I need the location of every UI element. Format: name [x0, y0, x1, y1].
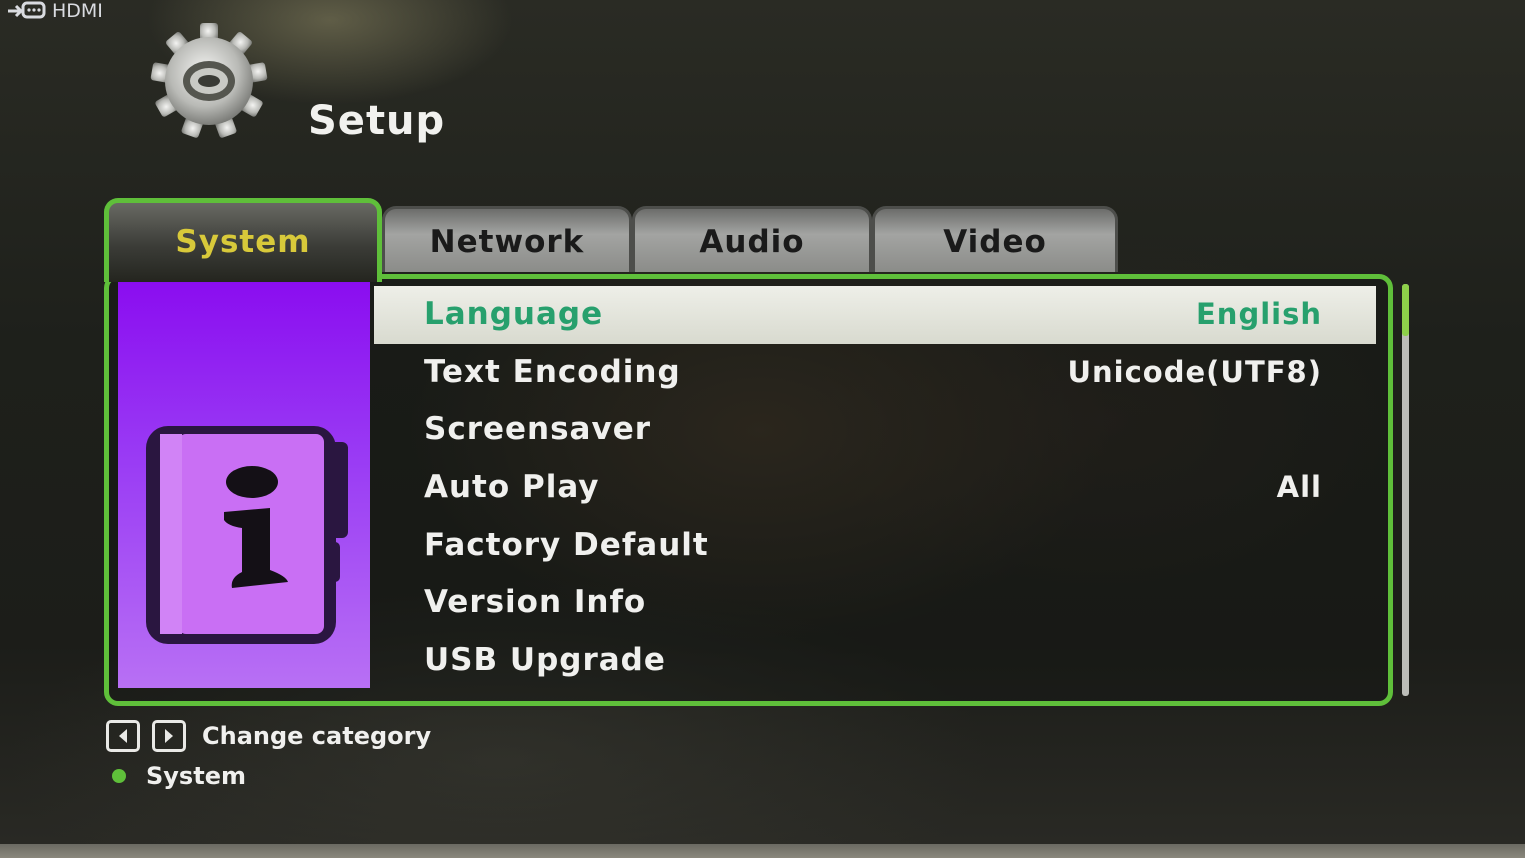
breadcrumb-text: System [146, 762, 246, 790]
info-book-icon [146, 426, 348, 644]
menu-item-factory-default[interactable]: Factory Default [374, 517, 1376, 575]
menu-item-version-info[interactable]: Version Info [374, 574, 1376, 632]
settings-menu: Language English Text Encoding Unicode(U… [374, 286, 1376, 690]
menu-item-value: English [1195, 297, 1322, 331]
breadcrumb: System [112, 762, 246, 790]
menu-item-auto-play[interactable]: Auto Play All [374, 459, 1376, 517]
tab-audio[interactable]: Audio [632, 206, 872, 272]
menu-item-language[interactable]: Language English [374, 286, 1376, 344]
navigation-hint: Change category [106, 720, 431, 752]
menu-item-label: Screensaver [424, 411, 652, 448]
hint-text: Change category [202, 722, 432, 750]
scrollbar-thumb[interactable] [1402, 284, 1409, 336]
menu-item-label: Auto Play [424, 469, 600, 506]
menu-item-text-encoding[interactable]: Text Encoding Unicode(UTF8) [374, 344, 1376, 402]
tab-video[interactable]: Video [872, 206, 1118, 272]
source-label: HDMI [52, 0, 103, 22]
menu-item-label: Factory Default [424, 526, 709, 563]
status-dot-icon [112, 769, 126, 783]
left-arrow-key-icon [106, 720, 140, 752]
menu-item-label: Text Encoding [424, 353, 681, 390]
menu-item-usb-upgrade[interactable]: USB Upgrade [374, 632, 1376, 690]
tab-system[interactable]: System [104, 198, 382, 282]
hdmi-source-indicator: HDMI [6, 0, 103, 22]
gear-icon [150, 23, 268, 138]
screen-bezel [0, 844, 1525, 858]
right-arrow-key-icon [152, 720, 186, 752]
menu-item-label: USB Upgrade [424, 642, 666, 679]
page-title: Setup [308, 98, 446, 144]
menu-item-label: Language [424, 296, 604, 332]
tab-network[interactable]: Network [382, 206, 632, 272]
menu-item-value: All [1276, 470, 1322, 505]
menu-item-screensaver[interactable]: Screensaver [374, 401, 1376, 459]
menu-scrollbar[interactable] [1402, 284, 1409, 696]
hdmi-input-icon [8, 1, 46, 19]
menu-item-value: Unicode(UTF8) [1067, 354, 1322, 389]
menu-item-label: Version Info [424, 584, 647, 621]
